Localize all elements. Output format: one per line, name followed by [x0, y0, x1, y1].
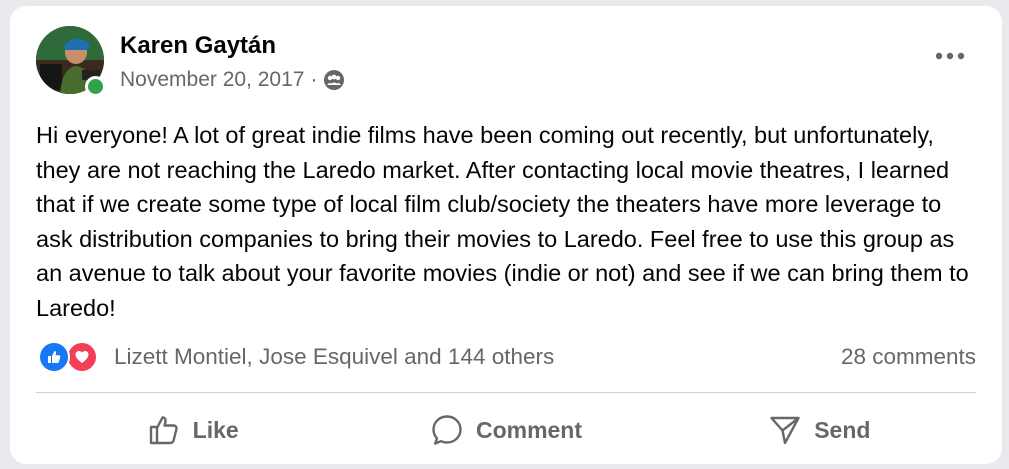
send-label: Send: [814, 416, 871, 443]
comments-count[interactable]: 28 comments: [841, 344, 976, 370]
more-options-icon: [935, 52, 965, 60]
meta-separator: ·: [310, 68, 318, 91]
reaction-icons[interactable]: [38, 341, 106, 373]
like-reaction-icon: [38, 341, 70, 373]
reactors-summary-text[interactable]: Lizett Montiel, Jose Esquivel and 144 ot…: [114, 344, 554, 370]
online-status-indicator: [85, 76, 106, 97]
send-button[interactable]: Send: [663, 404, 976, 456]
author-name[interactable]: Karen Gaytán: [120, 32, 276, 60]
send-arrow-icon: [768, 413, 802, 447]
comment-label: Comment: [475, 416, 583, 443]
like-button[interactable]: Like: [36, 404, 349, 456]
post-body: Hi everyone! A lot of great indie films …: [36, 122, 969, 321]
love-reaction-icon: [66, 341, 98, 373]
post-date[interactable]: November 20, 2017: [120, 68, 304, 92]
reactions-summary: Lizett Montiel, Jose Esquivel and 144 ot…: [38, 339, 976, 375]
comment-bubble-icon: [430, 413, 464, 447]
post-action-bar: Like Comment Send: [36, 404, 976, 456]
group-audience-icon: [323, 69, 345, 91]
post-card: Karen Gaytán November 20, 2017 · Hi ever…: [10, 6, 1002, 464]
post-meta: November 20, 2017 ·: [120, 68, 345, 92]
like-label: Like: [192, 416, 239, 443]
thumbs-up-icon: [147, 413, 181, 447]
post-header: Karen Gaytán November 20, 2017 ·: [36, 26, 976, 106]
more-options-button[interactable]: [932, 44, 968, 68]
actions-divider: [36, 392, 976, 393]
comment-button[interactable]: Comment: [349, 404, 662, 456]
